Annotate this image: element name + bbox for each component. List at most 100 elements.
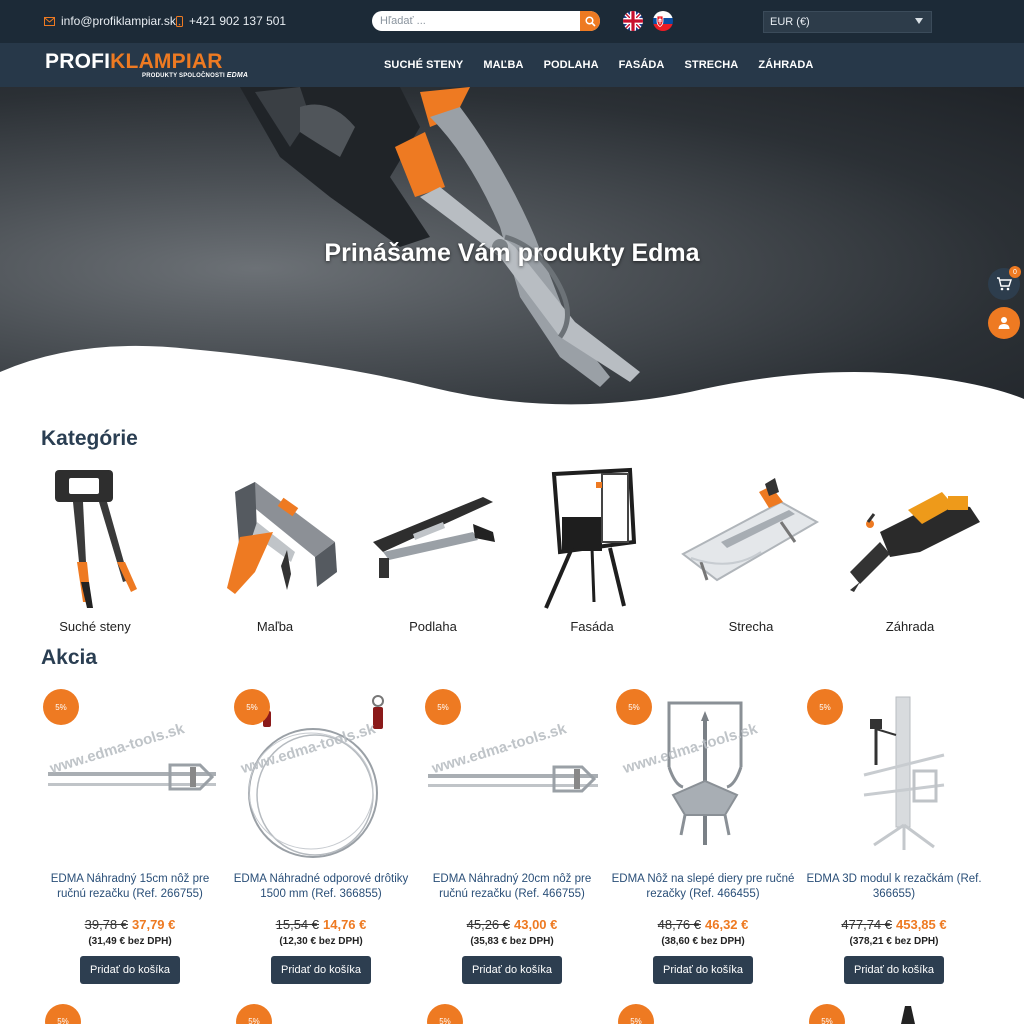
flag-sk-icon[interactable] <box>653 11 673 31</box>
discount-badge: 5% <box>425 689 461 725</box>
category-malba[interactable]: Maľba <box>195 462 355 642</box>
net-price: (378,21 € bez DPH) <box>849 936 939 947</box>
phone-icon <box>176 15 183 27</box>
currency-value: EUR (€) <box>770 16 810 28</box>
hero-title: Prinášame Vám produkty Edma <box>324 239 700 267</box>
discount-badge: 5% <box>807 689 843 725</box>
search-input[interactable] <box>372 11 580 31</box>
new-price: 453,85 € <box>896 917 947 932</box>
search-button[interactable] <box>580 11 600 31</box>
discount-badge: 5% <box>236 1004 272 1024</box>
category-image <box>681 478 820 582</box>
category-image <box>55 470 137 608</box>
product-card[interactable]: 5% www.edma-tools.sk EDMA Náhradný 15cm … <box>40 685 220 985</box>
new-price: 37,79 € <box>132 917 176 932</box>
discount-badge: 5% <box>618 1004 654 1024</box>
logo-tagline-text: PRODUKTY SPOLOČNOSTI <box>142 73 225 79</box>
new-price: 43,00 € <box>514 917 558 932</box>
category-label: Suché steny <box>59 619 131 634</box>
discount-badge: 5% <box>45 1004 81 1024</box>
site-logo[interactable]: PROFIKLAMPIAR PRODUKTY SPOLOČNOSTI EDMA <box>45 51 257 81</box>
logo-tagline: PRODUKTY SPOLOČNOSTI EDMA <box>142 72 248 79</box>
category-image <box>544 467 637 609</box>
product-card[interactable]: 5% www.edma-tools.sk EDMA Nôž na slepé d… <box>612 685 794 985</box>
top-bar: info@profiklampiar.sk +421 902 137 501 E… <box>0 0 1024 43</box>
old-price: 477,74 € <box>841 917 892 932</box>
product-price: 477,74 € 453,85 € <box>804 917 984 932</box>
logo-part-1: PROFI <box>45 50 111 73</box>
category-fasada[interactable]: Fasáda <box>512 462 672 642</box>
discount-badge: 5% <box>43 689 79 725</box>
user-icon <box>998 317 1010 329</box>
nav-item-suche-steny[interactable]: SUCHÉ STENY <box>384 59 463 71</box>
product-card[interactable]: 5% www.edma-tools.sk EDMA Náhradný 20cm … <box>422 685 602 985</box>
add-to-cart-button[interactable]: Pridať do košíka <box>844 956 944 984</box>
discount-badge: 5% <box>616 689 652 725</box>
product-price: 15,54 € 14,76 € <box>231 917 411 932</box>
main-navbar: PROFIKLAMPIAR PRODUKTY SPOLOČNOSTI EDMA … <box>0 43 1024 87</box>
net-price: (12,30 € bez DPH) <box>279 936 363 947</box>
category-image <box>850 492 980 592</box>
discount-badge: 5% <box>809 1004 845 1024</box>
product-name[interactable]: EDMA Nôž na slepé diery pre ručné rezačk… <box>608 872 798 902</box>
old-price: 48,76 € <box>657 917 701 932</box>
nav-item-strecha[interactable]: STRECHA <box>684 59 738 71</box>
category-podlaha[interactable]: Podlaha <box>353 462 513 642</box>
category-zahrada[interactable]: Záhrada <box>830 462 990 642</box>
net-price: (31,49 € bez DPH) <box>88 936 172 947</box>
new-price: 46,32 € <box>705 917 749 932</box>
floating-cart-button[interactable]: 0 <box>988 266 1021 300</box>
category-label: Strecha <box>728 619 774 634</box>
category-strecha[interactable]: Strecha <box>671 462 831 642</box>
nav-item-malba[interactable]: MAĽBA <box>483 59 523 71</box>
category-label: Podlaha <box>409 619 457 634</box>
search-box <box>372 11 600 31</box>
product-name[interactable]: EDMA Náhradné odporové drôtiky 1500 mm (… <box>226 872 416 902</box>
contact-phone[interactable]: +421 902 137 501 <box>176 14 286 28</box>
search-icon <box>584 15 596 27</box>
logo-part-2: KLAMPIAR <box>110 50 223 73</box>
product-price: 48,76 € 46,32 € <box>613 917 793 932</box>
categories-title: Kategórie <box>41 427 138 450</box>
contact-email[interactable]: info@profiklampiar.sk <box>44 14 176 28</box>
category-label: Záhrada <box>885 619 935 634</box>
email-text: info@profiklampiar.sk <box>61 14 176 28</box>
old-price: 45,26 € <box>466 917 510 932</box>
category-image <box>373 497 495 578</box>
product-name[interactable]: EDMA Náhradný 15cm nôž pre ručnú rezačku… <box>35 872 225 902</box>
old-price: 15,54 € <box>275 917 319 932</box>
product-price: 39,78 € 37,79 € <box>40 917 220 932</box>
category-label: Fasáda <box>570 619 614 634</box>
nav-item-podlaha[interactable]: PODLAHA <box>544 59 599 71</box>
sale-title: Akcia <box>41 646 98 669</box>
product-name[interactable]: EDMA Náhradný 20cm nôž pre ručnú rezačku… <box>417 872 607 902</box>
product-name[interactable]: EDMA 3D modul k rezačkám (Ref. 366655) <box>799 872 989 902</box>
discount-badge: 5% <box>427 1004 463 1024</box>
product-card[interactable]: 5% EDMA 3D modul k rezačkám (Ref. 366655… <box>804 685 984 985</box>
main-menu: SUCHÉ STENY MAĽBA PODLAHA FASÁDA STRECHA… <box>384 59 833 71</box>
discount-badge: 5% <box>234 689 270 725</box>
hero-banner: Prinášame Vám produkty Edma <box>0 87 1024 417</box>
cart-icon <box>997 277 1012 291</box>
add-to-cart-button[interactable]: Pridať do košíka <box>80 956 180 984</box>
new-price: 14,76 € <box>323 917 367 932</box>
floating-user-button[interactable] <box>988 307 1020 339</box>
envelope-icon <box>44 16 55 26</box>
add-to-cart-button[interactable]: Pridať do košíka <box>653 956 753 984</box>
product-card[interactable]: 5% www.edma-tools.sk EDMA Náhradné odpor… <box>231 685 411 985</box>
add-to-cart-button[interactable]: Pridať do košíka <box>271 956 371 984</box>
net-price: (38,60 € bez DPH) <box>661 936 745 947</box>
category-label: Maľba <box>256 619 294 634</box>
add-to-cart-button[interactable]: Pridať do košíka <box>462 956 562 984</box>
nav-item-fasada[interactable]: FASÁDA <box>619 59 665 71</box>
category-image <box>227 482 337 594</box>
logo-brand: EDMA <box>226 72 249 79</box>
currency-select[interactable]: EUR (€) <box>763 11 932 33</box>
cart-count-badge: 0 <box>1009 266 1021 278</box>
flag-en-icon[interactable] <box>623 11 643 31</box>
chevron-down-icon <box>915 18 923 24</box>
nav-item-zahrada[interactable]: ZÁHRADA <box>758 59 813 71</box>
old-price: 39,78 € <box>84 917 128 932</box>
category-suche-steny[interactable]: Suché steny <box>15 462 175 642</box>
phone-text: +421 902 137 501 <box>189 14 287 28</box>
